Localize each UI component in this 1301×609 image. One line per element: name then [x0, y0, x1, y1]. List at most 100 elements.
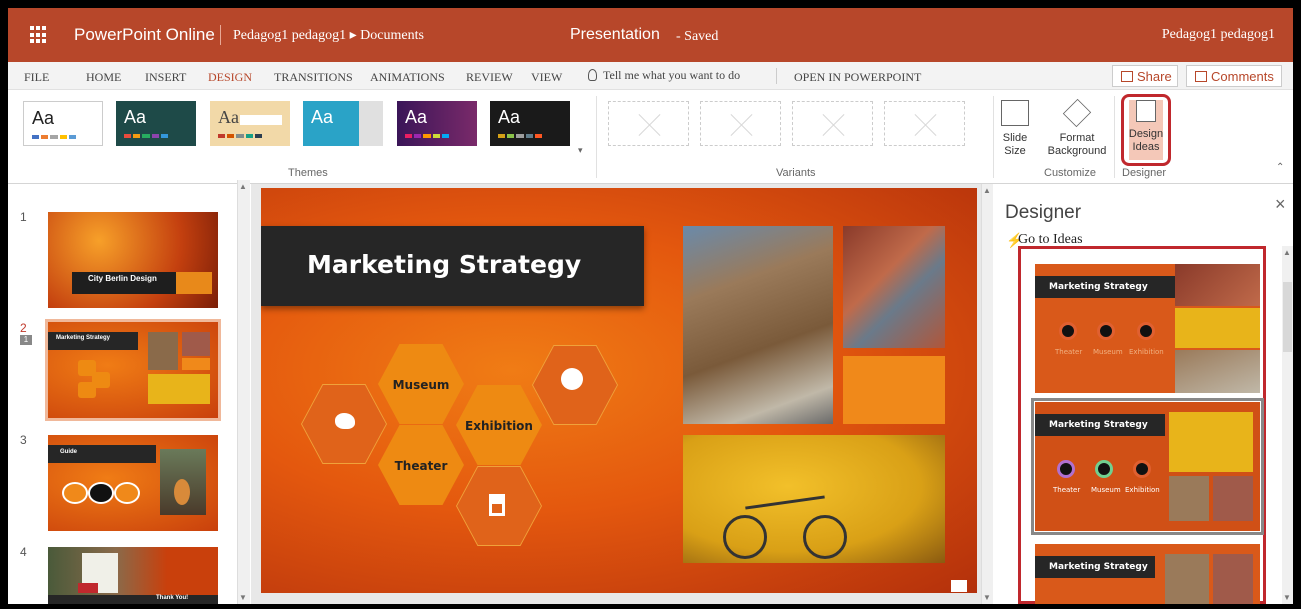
themes-group-label: Themes — [288, 167, 328, 179]
comment-icon — [1195, 71, 1207, 82]
hex-label-exhibition: Exhibition — [465, 419, 533, 433]
share-button[interactable]: Share — [1112, 65, 1178, 87]
share-icon — [1121, 71, 1133, 82]
theme-purple[interactable]: Aa — [397, 101, 477, 146]
design-ideas-icon — [1136, 100, 1156, 122]
tab-file[interactable]: FILE — [24, 70, 49, 85]
slide-number: 3 — [20, 433, 27, 447]
document-title[interactable]: Presentation — [570, 26, 660, 44]
powerpoint-window: PowerPoint Online Pedagog1 pedagog1 ▸ Do… — [8, 8, 1293, 604]
slide-number: 2 — [20, 321, 27, 335]
scroll-up-icon[interactable]: ▲ — [983, 186, 991, 195]
theme-office[interactable]: Aa — [23, 101, 103, 146]
design-ribbon: Aa Aa Aa Aa Aa Aa ▾ Themes Variants Slid… — [8, 90, 1293, 184]
title-separator — [220, 25, 221, 45]
variant-4[interactable] — [884, 101, 965, 146]
slide-title-bar: Marketing Strategy — [261, 226, 644, 306]
thumb-title: Marketing Strategy — [56, 335, 111, 341]
slide-scrollbar[interactable]: ▲ ▼ — [981, 184, 993, 604]
designer-title: Designer — [1005, 202, 1082, 223]
user-name[interactable]: Pedagog1 pedagog1 — [1162, 27, 1275, 43]
idea-title: Marketing Strategy — [1035, 276, 1181, 298]
accent-block — [843, 356, 945, 424]
scroll-thumb[interactable] — [1283, 282, 1292, 352]
theme-dark[interactable]: Aa — [490, 101, 570, 146]
current-slide[interactable]: Marketing Strategy Museum Exhibition The… — [261, 188, 977, 593]
close-icon[interactable]: × — [1275, 194, 1286, 215]
scroll-up-icon[interactable]: ▲ — [1283, 248, 1291, 257]
tab-animations[interactable]: ANIMATIONS — [370, 70, 445, 85]
tab-insert[interactable]: INSERT — [145, 70, 186, 85]
thumb-title: City Berlin Design — [88, 274, 157, 283]
variants-group-label: Variants — [776, 167, 816, 179]
hex-label-theater: Theater — [394, 459, 448, 473]
paint-bucket-icon — [1062, 98, 1092, 128]
design-idea-1[interactable]: Marketing Strategy Theater Museum Exhibi… — [1035, 264, 1260, 393]
scroll-down-icon[interactable]: ▼ — [239, 593, 247, 602]
slide-size-icon — [1001, 100, 1029, 126]
bicycle-wheel — [803, 515, 847, 559]
designer-scrollbar[interactable]: ▲ ▼ — [1282, 246, 1293, 604]
designer-group-label: Designer — [1122, 167, 1167, 179]
design-ideas-button[interactable]: Design Ideas — [1126, 100, 1166, 154]
theater-masks-icon — [561, 368, 583, 390]
photo-stairs[interactable] — [683, 226, 833, 424]
slide-size-button[interactable]: Slide Size — [1000, 100, 1030, 158]
design-idea-3[interactable]: Marketing Strategy — [1035, 544, 1260, 604]
save-status: - Saved — [676, 29, 719, 44]
thumb-title: Guide — [60, 449, 78, 455]
tab-review[interactable]: REVIEW — [466, 70, 513, 85]
easel-icon — [489, 494, 505, 516]
ribbon-tabs: FILE HOME INSERT DESIGN TRANSITIONS ANIM… — [8, 62, 1293, 90]
scroll-down-icon[interactable]: ▼ — [1283, 593, 1291, 602]
tab-home[interactable]: HOME — [86, 70, 121, 85]
scroll-down-icon[interactable]: ▼ — [983, 593, 991, 602]
collapse-ribbon-icon[interactable]: ⌃ — [1276, 162, 1284, 173]
comments-button[interactable]: Comments — [1186, 65, 1282, 87]
slide-title[interactable]: Marketing Strategy — [307, 250, 581, 279]
themes-more-icon[interactable]: ▾ — [578, 145, 583, 156]
design-idea-2[interactable]: Marketing Strategy Theater Museum Exhibi… — [1031, 398, 1264, 535]
slide-editor: Marketing Strategy Museum Exhibition The… — [251, 184, 981, 604]
thumbnails-scrollbar[interactable]: ▲ ▼ — [237, 180, 250, 604]
designer-pane: Designer × ⚡ Go to Ideas Marketing Strat… — [994, 184, 1293, 604]
tell-me-box[interactable]: Tell me what you want to do — [588, 68, 740, 83]
slide-thumbnails-panel: 1 City Berlin Design 2 1 Marketing Strat… — [8, 185, 238, 604]
share-label: Share — [1137, 69, 1172, 84]
idea-title: Marketing Strategy — [1035, 414, 1165, 436]
slide-thumbnail-2[interactable]: Marketing Strategy — [45, 319, 221, 421]
tab-design[interactable]: DESIGN — [208, 70, 252, 85]
breadcrumb[interactable]: Pedagog1 pedagog1 ▸ Documents — [233, 27, 424, 44]
slide-number: 4 — [20, 545, 27, 559]
theme-dark-teal[interactable]: Aa — [116, 101, 196, 146]
format-background-button[interactable]: Format Background — [1046, 98, 1108, 158]
app-name[interactable]: PowerPoint Online — [74, 25, 215, 45]
idea-title: Marketing Strategy — [1035, 556, 1155, 578]
lightbulb-icon — [588, 69, 597, 81]
tab-transitions[interactable]: TRANSITIONS — [274, 70, 353, 85]
variant-3[interactable] — [792, 101, 873, 146]
tab-view[interactable]: VIEW — [531, 70, 562, 85]
theme-blue[interactable]: Aa — [303, 101, 383, 146]
app-launcher-icon[interactable] — [30, 26, 48, 44]
bicycle-wheel — [723, 515, 767, 559]
photo-rooftops[interactable] — [843, 226, 945, 348]
slide-thumbnail-3[interactable]: Guide — [48, 435, 218, 531]
variant-1[interactable] — [608, 101, 689, 146]
comments-label: Comments — [1211, 69, 1274, 84]
photo-bicycle[interactable] — [683, 435, 945, 563]
palette-icon — [335, 413, 355, 429]
slide-thumbnail-4[interactable]: Thank You! — [48, 547, 218, 604]
title-bar: PowerPoint Online Pedagog1 pedagog1 ▸ Do… — [8, 8, 1293, 62]
slide-number: 1 — [20, 210, 27, 224]
thumb-title: Thank You! — [156, 595, 189, 601]
tab-separator — [776, 68, 777, 84]
open-in-powerpoint-button[interactable]: OPEN IN POWERPOINT — [794, 70, 921, 85]
slide-thumbnail-1[interactable]: City Berlin Design — [48, 212, 218, 308]
variant-2[interactable] — [700, 101, 781, 146]
theme-paper[interactable]: Aa — [210, 101, 290, 146]
comment-icon[interactable] — [951, 580, 967, 592]
comment-badge[interactable]: 1 — [20, 335, 32, 345]
scroll-up-icon[interactable]: ▲ — [239, 182, 247, 191]
customize-group-label: Customize — [1044, 167, 1096, 179]
